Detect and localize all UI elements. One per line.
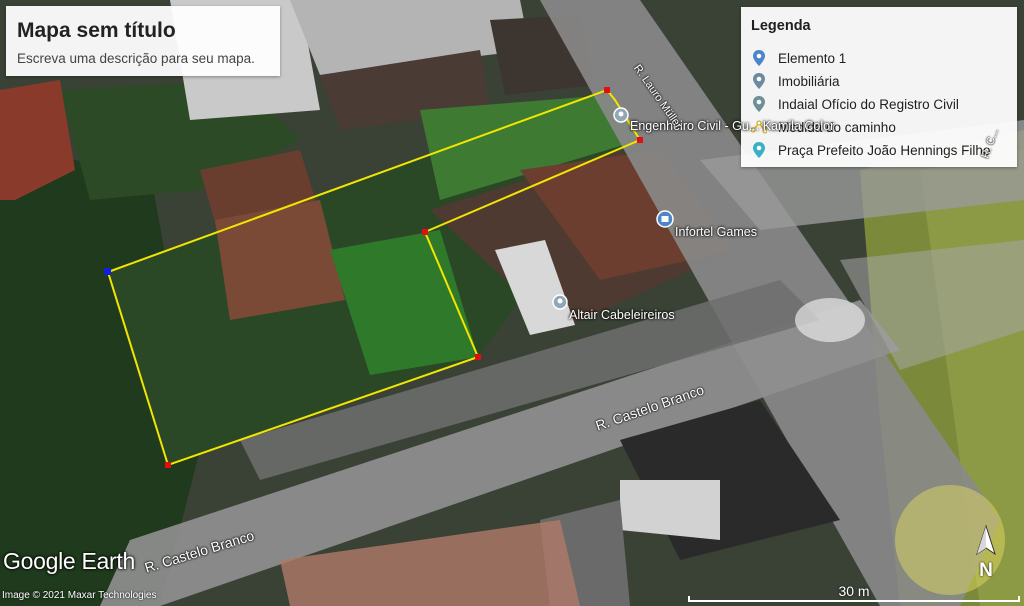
pin-icon [753, 50, 765, 66]
map-title-panel[interactable]: Mapa sem título Escreva uma descrição pa… [6, 6, 280, 76]
pin-icon [753, 142, 765, 158]
map-title[interactable]: Mapa sem título [17, 19, 176, 43]
legend-item-imobiliaria[interactable]: Imobiliária [751, 71, 840, 91]
legend-title: Legenda [751, 18, 811, 34]
legend-panel: Legenda Elemento 1 Imobiliária Indaial O… [741, 7, 1017, 167]
path-vertex[interactable] [422, 229, 428, 235]
path-vertex[interactable] [165, 462, 171, 468]
path-start-vertex[interactable] [104, 268, 111, 275]
legend-item-label: Elemento 1 [778, 50, 847, 66]
compass-north-label: N [979, 560, 993, 581]
path-vertex[interactable] [637, 137, 643, 143]
scale-bar: 30 m [688, 583, 1020, 602]
map-description[interactable]: Escreva uma descrição para seu mapa. [17, 51, 255, 66]
legend-item-label: Imobiliária [778, 73, 840, 89]
place-marker-engenheiro[interactable] [613, 107, 629, 123]
legend-item-registro-civil[interactable]: Indaial Ofício do Registro Civil [751, 94, 959, 114]
place-label-engenheiro[interactable]: Engenheiro Civil - Gu... Kamila Color [630, 119, 834, 133]
compass-arrow-icon [976, 524, 996, 556]
place-marker-infortel[interactable] [656, 210, 674, 228]
scale-bar-line [688, 596, 1020, 602]
legend-item-label: Indaial Ofício do Registro Civil [778, 96, 959, 112]
compass[interactable]: N [971, 524, 1001, 582]
path-vertex[interactable] [475, 354, 481, 360]
place-label-altair[interactable]: Altair Cabeleireiros [569, 308, 675, 322]
pin-icon [753, 96, 765, 112]
legend-item-label: Praça Prefeito João Hennings Filho [778, 142, 991, 158]
legend-item-elemento-1[interactable]: Elemento 1 [751, 48, 846, 68]
google-earth-logo: Google Earth [3, 548, 135, 574]
pin-icon [753, 73, 765, 89]
legend-item-praca[interactable]: Praça Prefeito João Hennings Filho [751, 140, 990, 160]
place-label-infortel[interactable]: Infortel Games [675, 225, 757, 239]
path-vertex[interactable] [604, 87, 610, 93]
imagery-copyright: Image © 2021 Maxar Technologies [2, 590, 157, 601]
satellite-map[interactable]: Mapa sem título Escreva uma descrição pa… [0, 0, 1024, 606]
place-marker-altair[interactable] [552, 294, 568, 310]
